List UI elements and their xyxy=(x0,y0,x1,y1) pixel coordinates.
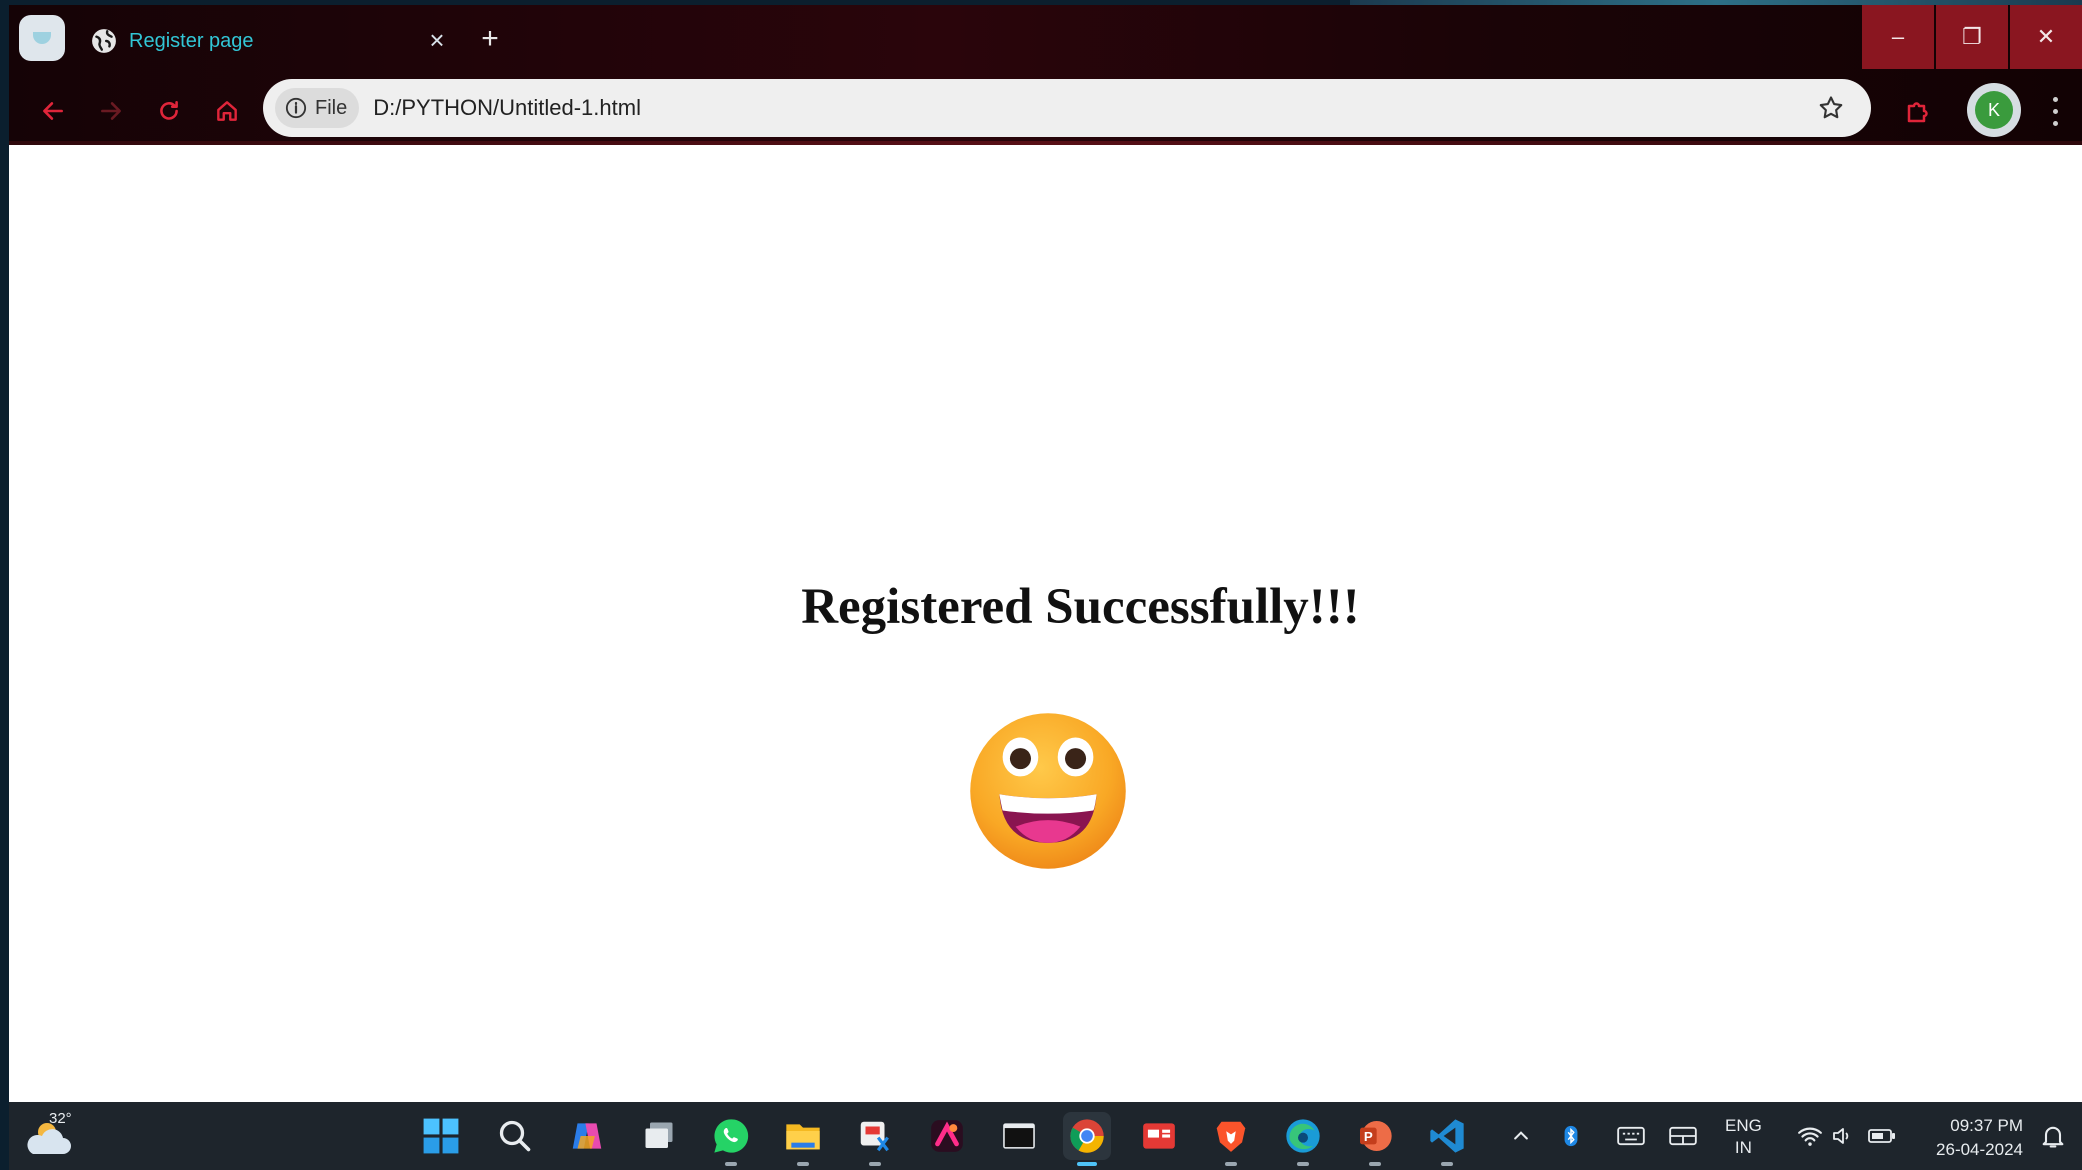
page-viewport: Registered Successfully!!! xyxy=(9,145,2082,1102)
home-button[interactable] xyxy=(207,91,247,131)
notification-bell-icon[interactable] xyxy=(2039,1122,2067,1150)
chevron-up-icon xyxy=(1514,1131,1528,1140)
clock-date: 26-04-2024 xyxy=(1936,1140,2023,1159)
language-code: ENG xyxy=(1725,1116,1762,1135)
taskbar-chrome[interactable] xyxy=(1063,1112,1111,1166)
profile-avatar[interactable]: K xyxy=(1967,83,2021,137)
edge-icon xyxy=(1286,1119,1320,1153)
back-button[interactable] xyxy=(33,91,73,131)
taskbar-file-explorer[interactable] xyxy=(779,1112,827,1166)
extensions-puzzle-icon xyxy=(1907,102,1928,123)
tray-wifi[interactable] xyxy=(1793,1112,1827,1160)
bookmark-star-icon xyxy=(1819,96,1843,119)
taskbar-snipping-tool[interactable] xyxy=(851,1112,899,1166)
weather-temperature: 32° xyxy=(49,1110,72,1127)
volume-icon xyxy=(1833,1128,1849,1144)
taskbar-powerpoint[interactable]: P xyxy=(1351,1112,1399,1166)
tab-register-page[interactable]: Register page × xyxy=(81,15,461,67)
screen: Register page × + – ❐ ✕ File D:/PYTHON/U… xyxy=(9,5,2082,1170)
clock-time: 09:37 PM xyxy=(1950,1116,2023,1135)
forward-button[interactable] xyxy=(91,91,131,131)
extensions-button[interactable] xyxy=(1897,89,1941,133)
profile-initial: K xyxy=(1975,91,2013,129)
info-icon xyxy=(285,97,307,119)
bookmark-button[interactable] xyxy=(1813,90,1849,126)
tray-battery[interactable] xyxy=(1865,1112,1899,1160)
brave-lion-icon xyxy=(1216,1121,1246,1152)
tab-title: Register page xyxy=(129,29,254,52)
taskbar-edge[interactable] xyxy=(1279,1112,1327,1166)
kebab-menu-icon[interactable] xyxy=(2045,93,2065,129)
display-icon xyxy=(1669,1126,1697,1146)
taskbar-news[interactable] xyxy=(1135,1112,1183,1160)
minimize-button[interactable]: – xyxy=(1862,5,1934,69)
close-window-button[interactable]: ✕ xyxy=(2010,5,2082,69)
window-controls: – ❐ ✕ xyxy=(1860,5,2082,69)
snipping-tool-icon xyxy=(860,1121,889,1152)
tray-keyboard[interactable] xyxy=(1613,1112,1649,1160)
language-region: IN xyxy=(1734,1138,1752,1157)
keyboard-icon xyxy=(1617,1126,1645,1146)
back-arrow-icon xyxy=(43,102,63,120)
pink-app-icon xyxy=(931,1120,963,1152)
globe-icon xyxy=(92,29,116,53)
battery-icon xyxy=(1868,1129,1895,1143)
taskbar: 32° P ENG IN 09:37 PM 26-04-2024 xyxy=(9,1102,2082,1170)
chrome-icon xyxy=(1070,1119,1104,1153)
tab-search-button[interactable] xyxy=(19,15,65,61)
reload-button[interactable] xyxy=(149,91,189,131)
tray-bluetooth[interactable] xyxy=(1555,1112,1587,1160)
restore-button[interactable]: ❐ xyxy=(1936,5,2008,69)
powerpoint-icon: P xyxy=(1360,1121,1392,1151)
wifi-icon xyxy=(1798,1127,1822,1146)
tray-display[interactable] xyxy=(1665,1112,1701,1160)
vscode-icon xyxy=(1430,1119,1464,1153)
forward-arrow-icon xyxy=(101,102,121,120)
whatsapp-icon xyxy=(714,1119,749,1153)
taskbar-terminal[interactable] xyxy=(995,1112,1043,1160)
reload-icon xyxy=(160,101,178,120)
taskbar-vscode[interactable] xyxy=(1423,1112,1471,1166)
grinning-face-emoji-icon xyxy=(970,713,1126,869)
site-info-chip[interactable]: File xyxy=(275,88,360,128)
browser-chrome: Register page × + – ❐ ✕ File D:/PYTHON/U… xyxy=(9,5,2082,145)
success-heading: Registered Successfully!!! xyxy=(801,579,1360,635)
bluetooth-icon xyxy=(1564,1125,1578,1147)
taskbar-brave[interactable] xyxy=(1207,1112,1255,1166)
address-bar[interactable]: File D:/PYTHON/Untitled-1.html xyxy=(263,79,1871,137)
svg-text:P: P xyxy=(1364,1129,1373,1144)
home-icon xyxy=(217,101,237,121)
search-icon xyxy=(499,1120,531,1152)
terminal-icon xyxy=(1003,1123,1035,1149)
taskbar-clock[interactable]: 09:37 PM 26-04-2024 xyxy=(1913,1114,2023,1162)
news-icon xyxy=(1143,1123,1175,1149)
close-tab-icon[interactable]: × xyxy=(423,27,451,53)
taskbar-copilot[interactable] xyxy=(563,1112,611,1160)
folder-icon xyxy=(786,1124,820,1150)
tray-volume[interactable] xyxy=(1827,1112,1857,1160)
taskbar-pink-app[interactable] xyxy=(923,1112,971,1160)
show-hidden-icons-button[interactable] xyxy=(1505,1112,1537,1160)
site-chip-label: File xyxy=(315,96,348,119)
copilot-icon xyxy=(572,1123,602,1149)
taskbar-whatsapp[interactable] xyxy=(707,1112,755,1166)
new-tab-button[interactable]: + xyxy=(473,23,507,57)
input-language-indicator[interactable]: ENG IN xyxy=(1725,1115,1762,1159)
start-button[interactable] xyxy=(417,1112,465,1160)
url-text[interactable]: D:/PYTHON/Untitled-1.html xyxy=(373,95,641,121)
taskbar-search-button[interactable] xyxy=(491,1112,539,1160)
windows-logo-icon xyxy=(423,1118,459,1154)
task-view-icon xyxy=(645,1122,673,1148)
taskbar-task-view[interactable] xyxy=(635,1112,683,1160)
